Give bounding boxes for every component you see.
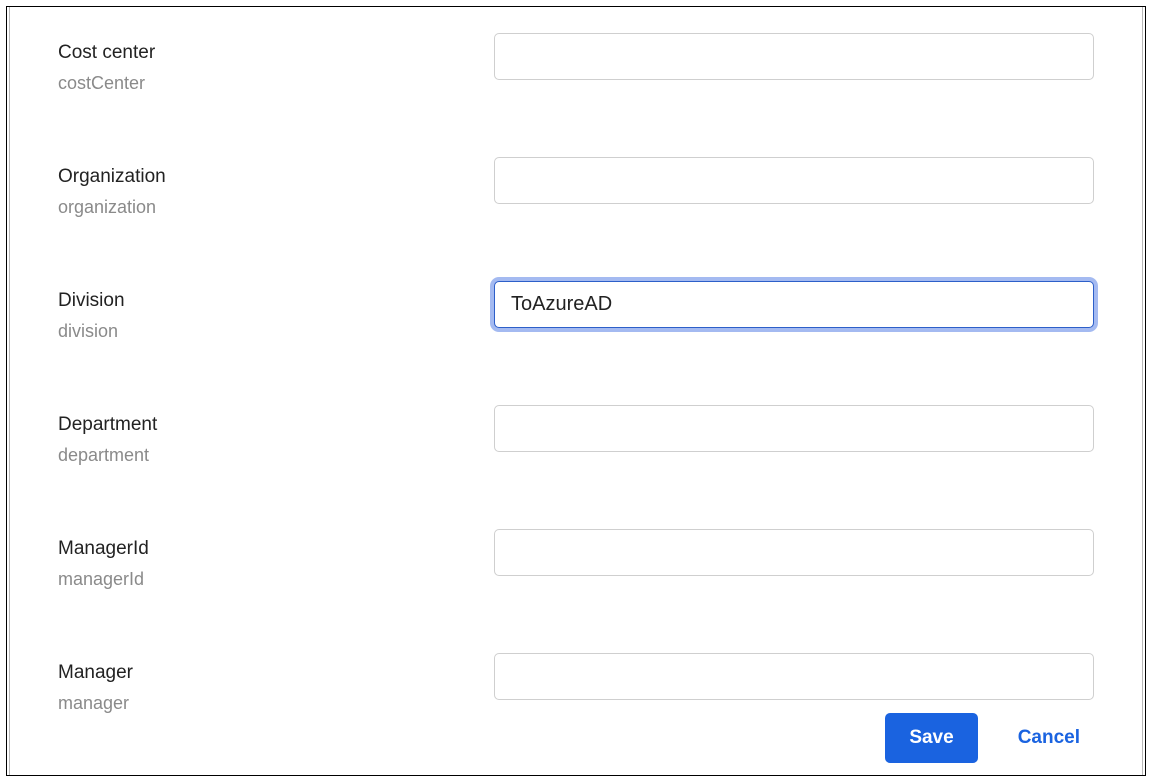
- field-label: Organization: [58, 165, 494, 190]
- field-label: Cost center: [58, 41, 494, 66]
- input-wrap: [494, 405, 1094, 452]
- field-sublabel: costCenter: [58, 72, 494, 95]
- input-wrap: [494, 33, 1094, 80]
- organization-input[interactable]: [494, 157, 1094, 204]
- label-group: Department department: [58, 405, 494, 467]
- manager-id-input[interactable]: [494, 529, 1094, 576]
- form-panel: Cost center costCenter Organization orga…: [9, 7, 1143, 775]
- button-bar: Save Cancel: [885, 713, 1080, 763]
- input-wrap: [494, 281, 1094, 328]
- field-row-manager-id: ManagerId managerId: [58, 529, 1094, 591]
- input-wrap: [494, 157, 1094, 204]
- save-button[interactable]: Save: [885, 713, 977, 763]
- label-group: Division division: [58, 281, 494, 343]
- manager-input[interactable]: [494, 653, 1094, 700]
- field-sublabel: department: [58, 444, 494, 467]
- field-row-department: Department department: [58, 405, 1094, 467]
- field-row-division: Division division: [58, 281, 1094, 343]
- cost-center-input[interactable]: [494, 33, 1094, 80]
- field-sublabel: managerId: [58, 568, 494, 591]
- cancel-button[interactable]: Cancel: [1018, 727, 1080, 749]
- field-label: Division: [58, 289, 494, 314]
- field-sublabel: organization: [58, 196, 494, 219]
- label-group: Manager manager: [58, 653, 494, 715]
- field-row-manager: Manager manager: [58, 653, 1094, 715]
- input-wrap: [494, 529, 1094, 576]
- field-label: Manager: [58, 661, 494, 686]
- input-wrap: [494, 653, 1094, 700]
- field-sublabel: division: [58, 320, 494, 343]
- division-input[interactable]: [494, 281, 1094, 328]
- label-group: Organization organization: [58, 157, 494, 219]
- field-row-cost-center: Cost center costCenter: [58, 33, 1094, 95]
- field-sublabel: manager: [58, 692, 494, 715]
- label-group: ManagerId managerId: [58, 529, 494, 591]
- field-label: Department: [58, 413, 494, 438]
- department-input[interactable]: [494, 405, 1094, 452]
- label-group: Cost center costCenter: [58, 33, 494, 95]
- outer-frame: Cost center costCenter Organization orga…: [6, 6, 1146, 776]
- field-row-organization: Organization organization: [58, 157, 1094, 219]
- field-label: ManagerId: [58, 537, 494, 562]
